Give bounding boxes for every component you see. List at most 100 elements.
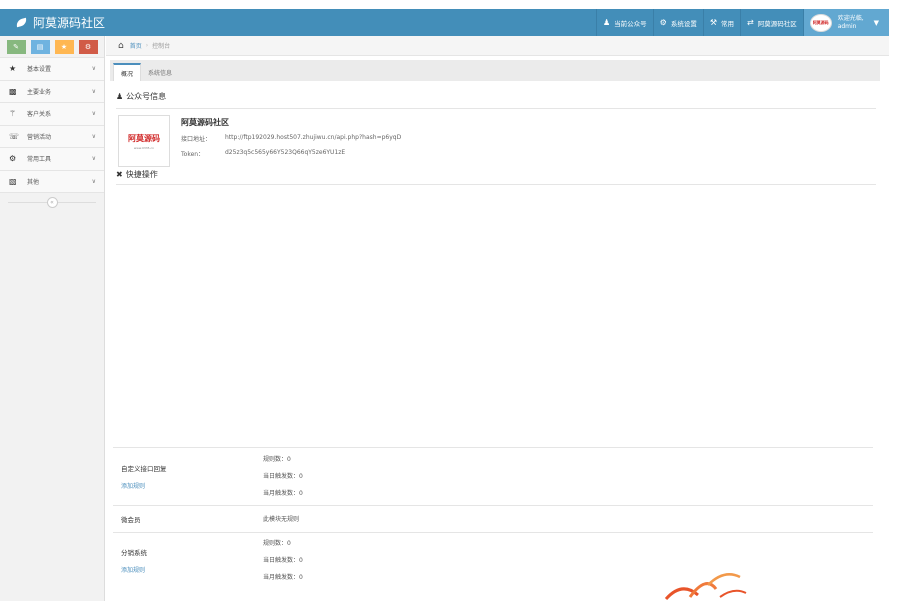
chevron-down-icon: ∨ (91, 177, 96, 185)
main-content: ♟ 公众号信息 阿莫源码 www.0335.cn 阿莫源码社区 接口地址： ht… (110, 81, 880, 185)
sidebar-item-tools[interactable]: ⚙ 常用工具 ∨ (0, 148, 104, 171)
common-button[interactable]: ⚒ 常用 (702, 9, 740, 36)
rule-stats: 此模块无规则 (263, 506, 873, 532)
sidebar-item-label: 基本设置 (27, 66, 52, 74)
account-info-heading: ♟ 公众号信息 (116, 91, 880, 102)
account-details: 阿莫源码社区 接口地址： http://ftp192029.host507.zh… (181, 115, 401, 167)
breadcrumb-separator: › (145, 42, 149, 49)
rule-stats: 规则数：0 当日触发数：0 当月触发数：0 (263, 533, 873, 588)
table-row: 自定义接口回复 添加规则 规则数：0 当日触发数：0 当月触发数：0 (113, 448, 873, 506)
avatar: 阿莫源码 (809, 13, 832, 32)
common-label: 常用 (720, 19, 734, 28)
breadcrumb: ⌂ 首页 › 控制台 (106, 36, 889, 56)
account-card: 阿莫源码 www.0335.cn 阿莫源码社区 接口地址： http://ftp… (118, 115, 880, 167)
monthly-trigger-count: 当月触发数：0 (263, 490, 303, 497)
top-nav-right: ♟ 当前公众号 ⚙ 系统设置 ⚒ 常用 ⇄ 阿莫源码社区 阿莫源码 欢迎光临, … (595, 9, 889, 36)
monthly-trigger-count: 当月触发数：0 (263, 574, 303, 581)
folder-open-icon: ▧ (9, 176, 17, 186)
rule-name: 微会员 (121, 516, 141, 524)
token-row: Token： d25z3q5c565y66Y523Q66qY5ze6YU1zE (181, 149, 401, 158)
divider (116, 184, 876, 185)
headset-icon: ☏ (9, 131, 20, 141)
sidebar-item-label: 其他 (27, 178, 40, 186)
rule-count: 规则数：0 (263, 456, 291, 463)
chevron-down-icon: ∨ (91, 132, 96, 140)
rule-count: 规则数：0 (263, 540, 291, 547)
table-row: 微会员 此模块无规则 (113, 506, 873, 533)
logo-text: 阿莫源码 (128, 133, 160, 143)
add-rule-link[interactable]: 添加规则 (121, 565, 263, 574)
current-account-button[interactable]: ♟ 当前公众号 (595, 9, 653, 36)
gear-icon: ⚙ (659, 18, 667, 27)
cog-icon: ⚙ (84, 42, 92, 51)
user-menu[interactable]: 阿莫源码 欢迎光临, admin ▼ (802, 9, 889, 36)
sidebar-item-label: 客户关系 (27, 111, 52, 119)
brand[interactable]: 阿莫源码社区 (0, 14, 330, 31)
rule-name: 自定义接口回复 (121, 465, 167, 473)
logo-subtext: www.0335.cn (133, 145, 155, 150)
sidebar: ✎ ▤ ★ ⚙ ★ 基本设置 ∨ ▩ 主要业务 ∨ ⚚ 客户关系 ∨ ☏ 营销活… (0, 36, 105, 601)
chevron-down-icon: ∨ (91, 87, 96, 95)
chevron-down-icon: ∨ (91, 155, 96, 163)
cog-icon: ⚙ (9, 154, 17, 164)
daily-trigger-count: 当日触发数：0 (263, 473, 303, 480)
sidebar-item-customer-relations[interactable]: ⚚ 客户关系 ∨ (0, 103, 104, 126)
quick-actions-title: 快捷操作 (125, 170, 158, 179)
shortcut-group-button[interactable]: ★ (54, 39, 74, 54)
account-name: 阿莫源码社区 (181, 118, 229, 127)
briefcase-icon: ▩ (9, 86, 17, 96)
token-label: Token： (181, 151, 205, 158)
home-icon[interactable]: ⌂ (118, 41, 124, 51)
no-rules-text: 此模块无规则 (263, 515, 300, 523)
quick-actions-heading: ✖ 快捷操作 (116, 169, 880, 180)
add-rule-link[interactable]: 添加规则 (121, 481, 263, 490)
interface-url: http://ftp192029.host507.zhujiwu.cn/api.… (225, 134, 402, 141)
breadcrumb-home[interactable]: 首页 (130, 41, 142, 50)
close-icon: ✖ (116, 170, 123, 179)
account-info-title: 公众号信息 (126, 92, 167, 101)
chevron-down-icon: ∨ (91, 65, 96, 73)
tab-system-info[interactable]: 系统信息 (141, 63, 179, 81)
token-value: d25z3q5c565y66Y523Q66qY5ze6YU1zE (225, 149, 346, 156)
sidebar-item-basic-settings[interactable]: ★ 基本设置 ∨ (0, 58, 104, 81)
sidebar-item-other[interactable]: ▧ 其他 ∨ (0, 170, 104, 193)
shortcut-list-button[interactable]: ▤ (30, 39, 50, 54)
sidebar-collapse-toggle[interactable]: « (0, 193, 104, 211)
wrench-icon: ⚒ (709, 18, 717, 27)
pencil-icon: ✎ (13, 42, 19, 51)
sidebar-item-marketing[interactable]: ☏ 营销活动 ∨ (0, 125, 104, 148)
sidebar-shortcuts: ✎ ▤ ★ ⚙ (0, 36, 104, 58)
rule-stats: 规则数：0 当日触发数：0 当月触发数：0 (263, 448, 873, 505)
leaf-icon (15, 17, 28, 28)
interface-row: 接口地址： http://ftp192029.host507.zhujiwu.c… (181, 134, 401, 143)
caret-down-icon: ▼ (873, 18, 879, 27)
tab-overview[interactable]: 概况 (113, 63, 142, 81)
tab-bar: 概况 系统信息 (110, 60, 880, 81)
switch-account-label: 阿莫源码社区 (757, 19, 797, 28)
chevron-down-icon: ∨ (91, 110, 96, 118)
star-icon: ★ (9, 64, 17, 74)
user-icon: ♟ (602, 18, 611, 27)
top-navbar: 阿莫源码社区 ♟ 当前公众号 ⚙ 系统设置 ⚒ 常用 ⇄ 阿莫源码社区 阿莫源码… (0, 9, 889, 36)
shortcut-cog-button[interactable]: ⚙ (78, 39, 98, 54)
user-icon: ♟ (116, 92, 124, 101)
sidebar-item-label: 营销活动 (27, 133, 52, 141)
switch-account-button[interactable]: ⇄ 阿莫源码社区 (739, 9, 803, 36)
interface-label: 接口地址： (181, 136, 212, 143)
sitemap-icon: ⚚ (9, 109, 17, 119)
shortcut-pencil-button[interactable]: ✎ (6, 39, 26, 54)
list-icon: ▤ (36, 42, 44, 51)
sidebar-item-main-business[interactable]: ▩ 主要业务 ∨ (0, 80, 104, 103)
system-settings-button[interactable]: ⚙ 系统设置 (652, 9, 703, 36)
divider (116, 108, 876, 109)
system-settings-label: 系统设置 (670, 19, 697, 28)
daily-trigger-count: 当日触发数：0 (263, 557, 303, 564)
current-account-label: 当前公众号 (614, 19, 647, 28)
double-left-icon: « (46, 196, 58, 208)
group-icon: ★ (60, 42, 68, 51)
user-name: admin (837, 22, 857, 30)
user-greeting: 欢迎光临, (837, 14, 864, 22)
sidebar-item-label: 常用工具 (27, 156, 52, 164)
account-logo: 阿莫源码 www.0335.cn (118, 115, 170, 167)
brand-title: 阿莫源码社区 (33, 16, 106, 30)
